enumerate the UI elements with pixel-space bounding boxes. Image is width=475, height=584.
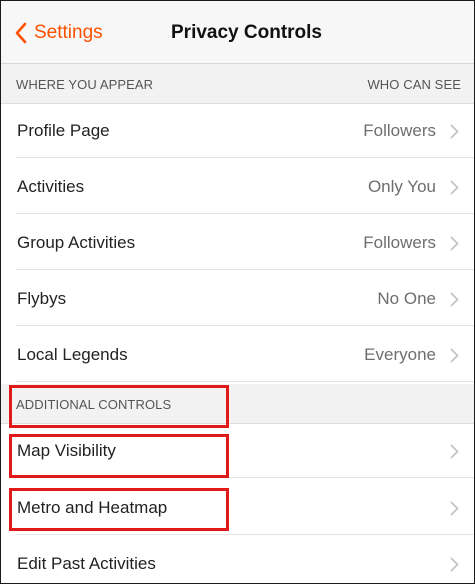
row-metro-and-heatmap[interactable]: Metro and Heatmap (1, 481, 474, 535)
row-label: Activities (17, 177, 85, 196)
section-header-additional-controls: ADDITIONAL CONTROLS (1, 384, 474, 424)
row-value: Followers (363, 121, 436, 140)
row-flybys[interactable]: Flybys No One (1, 272, 474, 326)
chevron-right-icon (450, 444, 459, 459)
back-button-label: Settings (34, 22, 103, 43)
row-value: Only You (367, 177, 436, 196)
chevron-right-icon (450, 348, 459, 363)
chevron-left-icon (15, 22, 27, 44)
row-profile-page[interactable]: Profile Page Followers (1, 104, 474, 158)
row-edit-past-activities[interactable]: Edit Past Activities (1, 537, 474, 583)
section-header-column-label: WHO CAN SEE (367, 77, 461, 92)
chevron-right-icon (450, 292, 459, 307)
page-title: Privacy Controls (171, 22, 322, 43)
section-header-title: WHERE YOU APPEAR (16, 77, 154, 92)
row-group-activities[interactable]: Group Activities Followers (1, 216, 474, 270)
row-label: Flybys (17, 289, 67, 308)
section-header-title: ADDITIONAL CONTROLS (16, 397, 172, 412)
row-label: Metro and Heatmap (17, 498, 168, 517)
section-header-where-you-appear: WHERE YOU APPEAR WHO CAN SEE (1, 64, 474, 104)
row-label: Local Legends (17, 345, 128, 364)
row-local-legends[interactable]: Local Legends Everyone (1, 328, 474, 382)
row-label: Group Activities (17, 233, 136, 252)
row-activities[interactable]: Activities Only You (1, 160, 474, 214)
row-label: Edit Past Activities (17, 554, 156, 573)
chevron-right-icon (450, 501, 459, 516)
back-button[interactable]: Settings (15, 20, 103, 46)
chevron-right-icon (450, 180, 459, 195)
chevron-right-icon (450, 236, 459, 251)
row-value: Followers (363, 233, 436, 252)
chevron-right-icon (450, 557, 459, 572)
row-label: Map Visibility (17, 441, 116, 460)
chevron-right-icon (450, 124, 459, 139)
row-value: No One (377, 289, 436, 308)
privacy-controls-screen: Settings Privacy Controls WHERE YOU APPE… (0, 0, 475, 584)
row-value: Everyone (364, 345, 436, 364)
row-label: Profile Page (17, 121, 110, 140)
row-map-visibility[interactable]: Map Visibility (1, 424, 474, 478)
navigation-bar: Settings Privacy Controls (1, 1, 474, 64)
